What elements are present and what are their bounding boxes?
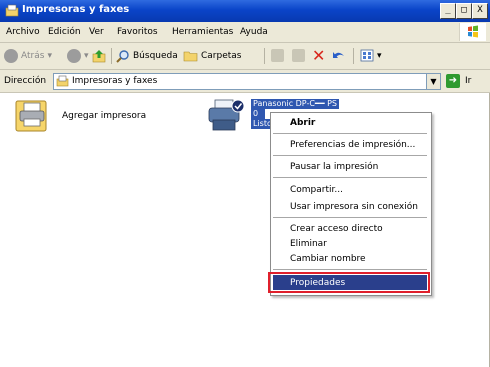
menu-edicion[interactable]: Edición	[48, 27, 81, 37]
back-button[interactable]: Atrás ▾	[4, 49, 52, 63]
delete-button[interactable]: ✕	[312, 46, 325, 65]
back-dropdown-icon: ▾	[47, 51, 52, 61]
menu-share[interactable]: Compartir...	[290, 185, 343, 195]
printer-folder-icon	[5, 4, 19, 17]
printer-name[interactable]: Panasonic DP-C━━ PS	[251, 99, 339, 109]
views-dropdown-icon: ▾	[377, 50, 382, 61]
undo-button[interactable]	[331, 49, 346, 63]
printer-doc-count: 0	[251, 109, 265, 119]
printer-status: Listo	[251, 119, 272, 129]
search-label: Búsqueda	[133, 51, 178, 61]
forward-arrow-icon	[67, 49, 81, 63]
menu-ayuda[interactable]: Ayuda	[240, 27, 268, 37]
address-value: Impresoras y faxes	[72, 76, 158, 86]
go-arrow-icon[interactable]: ➜	[446, 74, 460, 88]
menu-archivo[interactable]: Archivo	[6, 27, 40, 37]
views-button[interactable]: ▾	[360, 49, 382, 62]
minimize-button[interactable]: _	[440, 3, 456, 19]
forward-button[interactable]: ▾	[67, 49, 89, 63]
address-dropdown-icon[interactable]: ▼	[426, 74, 440, 89]
menu-create-shortcut[interactable]: Crear acceso directo	[290, 224, 383, 234]
context-menu: Abrir Preferencias de impresión... Pausa…	[270, 112, 432, 296]
views-icon	[360, 49, 374, 62]
menu-favoritos[interactable]: Favoritos	[117, 27, 158, 37]
printers-folder-icon	[56, 75, 69, 87]
menu-delete[interactable]: Eliminar	[290, 239, 327, 249]
back-arrow-icon	[4, 49, 18, 63]
menu-use-offline[interactable]: Usar impresora sin conexión	[290, 202, 418, 212]
menu-pause-printing[interactable]: Pausar la impresión	[290, 162, 378, 172]
go-label[interactable]: Ir	[465, 76, 471, 86]
copy-to-icon	[292, 49, 305, 62]
window-title: Impresoras y faxes	[22, 4, 130, 15]
menu-rename[interactable]: Cambiar nombre	[290, 254, 366, 264]
search-button[interactable]: Búsqueda	[116, 49, 178, 63]
address-input[interactable]: Impresoras y faxes ▼	[53, 73, 441, 90]
menu-open[interactable]: Abrir	[290, 118, 315, 128]
title-bar: Impresoras y faxes _ □ X	[0, 0, 490, 22]
back-label: Atrás	[21, 51, 45, 61]
address-bar: Dirección Impresoras y faxes ▼ ➜ Ir	[0, 70, 490, 93]
folders-icon	[183, 51, 198, 62]
add-printer-label[interactable]: Agregar impresora	[62, 111, 146, 121]
copy-to-button[interactable]	[292, 49, 305, 62]
close-button[interactable]: X	[472, 3, 488, 19]
add-printer-icon[interactable]	[15, 97, 53, 133]
address-label: Dirección	[4, 76, 47, 86]
toolbar: Atrás ▾ ▾ Búsqueda Carpetas ✕ ▾	[0, 43, 490, 70]
folders-button[interactable]: Carpetas	[183, 49, 241, 62]
up-folder-icon	[92, 50, 106, 63]
forward-dropdown-icon: ▾	[84, 51, 89, 61]
undo-icon	[333, 52, 344, 58]
folders-label: Carpetas	[201, 50, 242, 61]
menu-bar: Archivo Edición Ver Favoritos Herramient…	[0, 22, 490, 43]
move-to-button[interactable]	[271, 49, 284, 62]
printer-icon[interactable]	[207, 98, 247, 134]
menu-herramientas[interactable]: Herramientas	[172, 27, 233, 37]
maximize-button[interactable]: □	[456, 3, 472, 19]
menu-print-preferences[interactable]: Preferencias de impresión...	[290, 140, 415, 150]
menu-ver[interactable]: Ver	[89, 27, 104, 37]
callout-highlight-box	[268, 272, 430, 293]
windows-logo-icon	[459, 23, 486, 41]
search-icon	[116, 50, 129, 63]
move-to-icon	[271, 49, 284, 62]
up-folder-button[interactable]	[92, 49, 106, 63]
delete-x-icon: ✕	[312, 46, 326, 65]
